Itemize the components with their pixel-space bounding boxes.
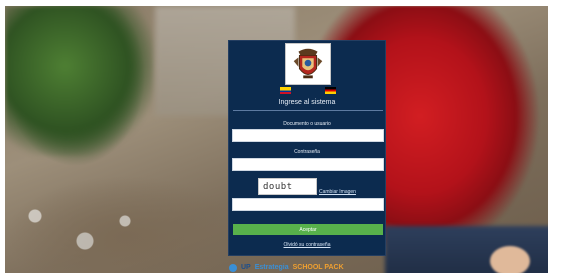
change-captcha-link[interactable]: Cambiar Imagen: [319, 189, 356, 195]
germany-flag-icon[interactable]: [325, 87, 336, 94]
brand-text-2: Estrategia: [254, 264, 289, 271]
brand-text-3: SCHOOL PACK: [292, 264, 344, 271]
brand-logo-icon: [229, 263, 237, 272]
brand-text-1: UP: [241, 264, 251, 271]
login-panel: Ingrese al sistema Documento o usuario C…: [228, 40, 386, 256]
password-label: Contraseña: [294, 149, 320, 155]
user-label: Documento o usuario: [283, 121, 331, 127]
title-divider: [233, 110, 383, 111]
school-crest-icon: [293, 48, 323, 79]
footer-brand: UP Estrategia SCHOOL PACK: [229, 262, 389, 273]
forgot-password-link[interactable]: Olvidó su contraseña: [229, 242, 385, 248]
login-title: Ingrese al sistema: [278, 99, 336, 106]
background-hand: [490, 246, 530, 273]
password-input[interactable]: [232, 158, 384, 171]
submit-button[interactable]: Aceptar: [233, 224, 383, 235]
captcha-text: doubt: [263, 181, 293, 192]
background-stones: [15, 196, 155, 266]
captcha-input[interactable]: [232, 198, 384, 211]
school-crest-logo: [285, 43, 331, 85]
background-grass: [5, 6, 155, 156]
user-input[interactable]: [232, 129, 384, 142]
captcha-image: doubt: [258, 178, 317, 195]
colombia-flag-icon[interactable]: [280, 87, 291, 94]
